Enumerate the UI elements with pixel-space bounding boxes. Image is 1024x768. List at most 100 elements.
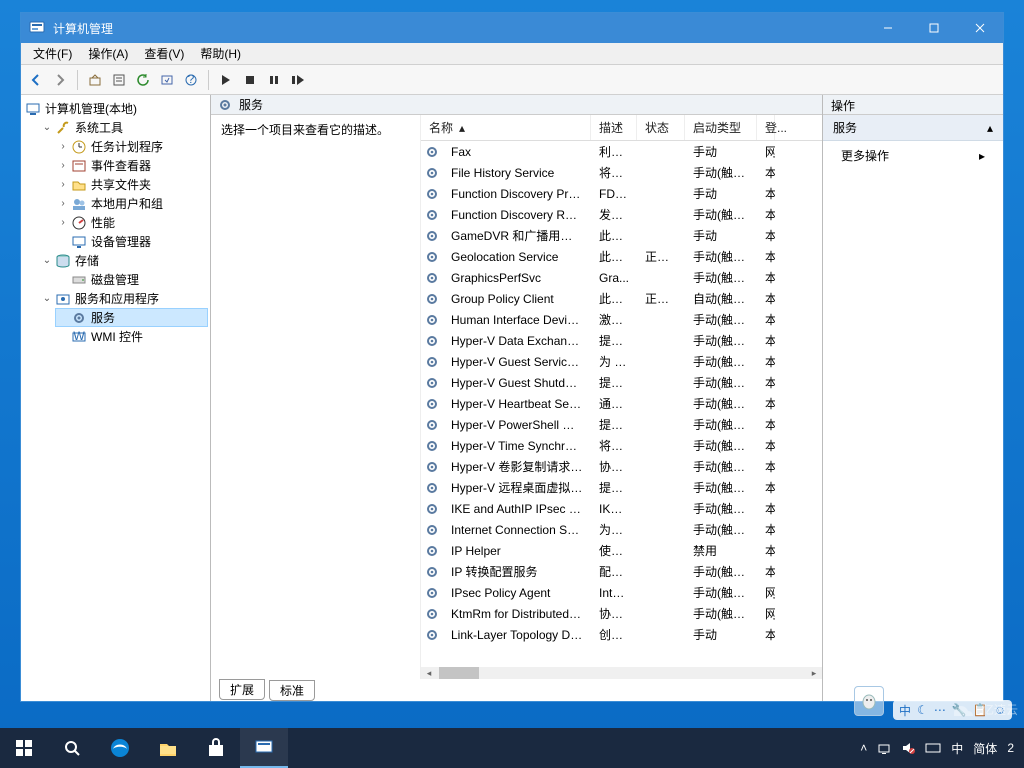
taskbar-store[interactable] <box>192 728 240 768</box>
service-row[interactable]: Human Interface Device ...激活...手动(触发...本 <box>421 309 822 330</box>
service-row[interactable]: Function Discovery Provi...FDP...手动本 <box>421 183 822 204</box>
tree-wmi[interactable]: WWMI 控件 <box>55 327 208 346</box>
tree-system-tools[interactable]: ⌄ 系统工具 <box>39 118 208 137</box>
up-button[interactable] <box>84 69 106 91</box>
service-row[interactable]: Geolocation Service此服...正在...手动(触发...本 <box>421 246 822 267</box>
service-row[interactable]: GameDVR 和广播用户服务...此用...手动本 <box>421 225 822 246</box>
service-row[interactable]: Fax利用...手动网 <box>421 141 822 162</box>
service-row[interactable]: File History Service将用...手动(触发...本 <box>421 162 822 183</box>
tab-standard[interactable]: 标准 <box>269 680 315 701</box>
service-startup: 手动(触发... <box>685 500 757 517</box>
stop-service-button[interactable] <box>239 69 261 91</box>
taskbar-explorer[interactable] <box>144 728 192 768</box>
service-row[interactable]: GraphicsPerfSvcGra...手动(触发...本 <box>421 267 822 288</box>
service-row[interactable]: Hyper-V Guest Shutdown...提供...手动(触发...本 <box>421 372 822 393</box>
tree-event-viewer[interactable]: ›事件查看器 <box>55 156 208 175</box>
expand-icon[interactable]: › <box>57 198 69 210</box>
restart-service-button[interactable] <box>287 69 309 91</box>
actions-more[interactable]: 更多操作 ▸ <box>823 141 1003 170</box>
nav-forward-button[interactable] <box>49 69 71 91</box>
tree-device-manager[interactable]: 设备管理器 <box>55 232 208 251</box>
expand-icon[interactable]: › <box>57 160 69 172</box>
scroll-right-button[interactable]: ▸ <box>806 667 822 679</box>
users-icon <box>71 196 87 212</box>
tree-shared-folders[interactable]: ›共享文件夹 <box>55 175 208 194</box>
refresh-button[interactable] <box>132 69 154 91</box>
tray-network-icon[interactable] <box>877 741 891 755</box>
service-row[interactable]: IPsec Policy AgentInter...手动(触发...网 <box>421 582 822 603</box>
maximize-button[interactable] <box>911 13 957 43</box>
col-name[interactable]: 名称▴ <box>421 115 591 140</box>
chevron-right-icon: ▸ <box>979 149 985 163</box>
service-row[interactable]: Hyper-V Time Synchroniz...将此...手动(触发...本 <box>421 435 822 456</box>
properties-button[interactable] <box>108 69 130 91</box>
tree-local-users[interactable]: ›本地用户和组 <box>55 194 208 213</box>
pause-service-button[interactable] <box>263 69 285 91</box>
titlebar[interactable]: 计算机管理 <box>21 13 1003 43</box>
menu-help[interactable]: 帮助(H) <box>192 43 249 64</box>
tree-root[interactable]: 计算机管理(本地) <box>23 99 208 118</box>
tray-volume-icon[interactable] <box>901 741 915 755</box>
system-tray[interactable]: ˄ 中 简体 2 <box>850 740 1024 757</box>
taskbar-edge[interactable] <box>96 728 144 768</box>
expand-icon[interactable]: › <box>57 141 69 153</box>
tray-ime-lang[interactable]: 中 <box>951 740 963 757</box>
service-row[interactable]: Hyper-V Data Exchange ...提供...手动(触发...本 <box>421 330 822 351</box>
col-startup[interactable]: 启动类型 <box>685 115 757 140</box>
menu-action[interactable]: 操作(A) <box>80 43 136 64</box>
tray-clock[interactable]: 2 <box>1007 741 1014 755</box>
actions-section[interactable]: 服务 ▴ <box>823 115 1003 141</box>
menu-view[interactable]: 查看(V) <box>136 43 192 64</box>
service-row[interactable]: Hyper-V PowerShell Dire...提供...手动(触发...本 <box>421 414 822 435</box>
service-row[interactable]: Hyper-V Guest Service In...为 H...手动(触发..… <box>421 351 822 372</box>
tab-extended[interactable]: 扩展 <box>219 679 265 700</box>
scroll-left-button[interactable]: ◂ <box>421 667 437 679</box>
tree-services[interactable]: 服务 <box>55 308 208 327</box>
start-button[interactable] <box>0 728 48 768</box>
service-row[interactable]: Hyper-V 卷影复制请求程序协调...手动(触发...本 <box>421 456 822 477</box>
collapse-icon[interactable]: ⌄ <box>41 255 53 267</box>
scroll-thumb[interactable] <box>439 667 479 679</box>
service-list[interactable]: Fax利用...手动网File History Service将用...手动(触… <box>421 141 822 667</box>
expand-icon[interactable]: › <box>57 217 69 229</box>
list-header[interactable]: 名称▴ 描述 状态 启动类型 登... <box>421 115 822 141</box>
close-button[interactable] <box>957 13 1003 43</box>
col-desc[interactable]: 描述 <box>591 115 637 140</box>
tray-ime-mode[interactable]: 简体 <box>973 740 997 757</box>
taskbar-mmc[interactable] <box>240 728 288 768</box>
service-row[interactable]: IP 转换配置服务配置...手动(触发...本 <box>421 561 822 582</box>
service-row[interactable]: Group Policy Client此服...正在...自动(触发...本 <box>421 288 822 309</box>
service-row[interactable]: Link-Layer Topology Disc...创建...手动本 <box>421 624 822 645</box>
horizontal-scrollbar[interactable]: ◂ ▸ <box>421 667 822 679</box>
export-button[interactable] <box>156 69 178 91</box>
service-row[interactable]: Function Discovery Reso...发布...手动(触发...本 <box>421 204 822 225</box>
start-service-button[interactable] <box>215 69 237 91</box>
tree-performance[interactable]: ›性能 <box>55 213 208 232</box>
collapse-icon[interactable]: ⌄ <box>41 122 53 134</box>
taskbar[interactable]: ˄ 中 简体 2 <box>0 728 1024 768</box>
col-status[interactable]: 状态 <box>637 115 685 140</box>
collapse-icon[interactable]: ⌄ <box>41 293 53 305</box>
nav-back-button[interactable] <box>25 69 47 91</box>
service-row[interactable]: KtmRm for Distributed Tr...协调...手动(触发...… <box>421 603 822 624</box>
tree-services-apps[interactable]: ⌄服务和应用程序 <box>39 289 208 308</box>
tree-storage[interactable]: ⌄存储 <box>39 251 208 270</box>
tray-keyboard-icon[interactable] <box>925 742 941 754</box>
tree-task-scheduler[interactable]: ›任务计划程序 <box>55 137 208 156</box>
tree-disk-mgmt[interactable]: 磁盘管理 <box>55 270 208 289</box>
expand-icon[interactable]: › <box>57 179 69 191</box>
service-row[interactable]: IKE and AuthIP IPsec Key...IKEE...手动(触发.… <box>421 498 822 519</box>
service-row[interactable]: Hyper-V Heartbeat Service通过...手动(触发...本 <box>421 393 822 414</box>
gear-icon <box>421 544 443 558</box>
search-button[interactable] <box>48 728 96 768</box>
service-row[interactable]: IP Helper使用...禁用本 <box>421 540 822 561</box>
tray-chevron-up-icon[interactable]: ˄ <box>860 741 867 755</box>
scope-tree[interactable]: 计算机管理(本地) ⌄ 系统工具 ›任务计划程序 <box>21 95 211 701</box>
service-row[interactable]: Hyper-V 远程桌面虚拟化...提供...手动(触发...本 <box>421 477 822 498</box>
menu-file[interactable]: 文件(F) <box>25 43 80 64</box>
minimize-button[interactable] <box>865 13 911 43</box>
col-logon[interactable]: 登... <box>757 115 775 140</box>
help-button[interactable]: ? <box>180 69 202 91</box>
service-row[interactable]: Internet Connection Shari...为家...手动(触发..… <box>421 519 822 540</box>
service-startup: 手动(触发... <box>685 353 757 370</box>
